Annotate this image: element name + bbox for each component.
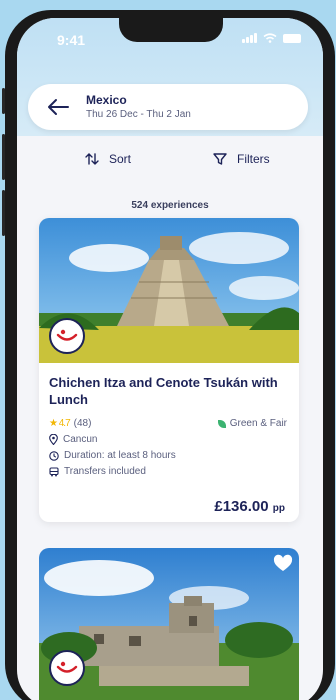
experience-title[interactable]: Chichen Itza and Cenote Tsukán with Lunc… <box>49 374 299 408</box>
wifi-icon <box>263 33 277 43</box>
sort-label: Sort <box>109 152 132 166</box>
notch <box>119 18 223 42</box>
experience-card-next[interactable] <box>39 548 299 700</box>
transfers-text: Transfers included <box>64 466 146 477</box>
leaf-icon <box>217 419 226 428</box>
status-icons <box>242 33 301 43</box>
phone-frame: 9:41 Mexico Thu 26 Dec - Thu 2 Jan Sort … <box>2 10 335 700</box>
clock-icon <box>49 450 59 461</box>
green-fair-label: Green & Fair <box>229 418 287 429</box>
location-pin-icon <box>49 434 58 445</box>
status-time: 9:41 <box>57 32 86 48</box>
sort-icon <box>85 153 99 165</box>
results-count: 524 experiences <box>131 200 209 211</box>
location-text: Cancun <box>63 434 98 445</box>
tui-badge-icon <box>49 650 85 686</box>
bus-icon <box>49 466 59 476</box>
location-row: Cancun <box>49 434 97 445</box>
duration-text: Duration: at least 8 hours <box>64 450 176 461</box>
green-fair-tag: Green & Fair <box>217 418 287 429</box>
search-summary-bar[interactable]: Mexico Thu 26 Dec - Thu 2 Jan <box>28 84 308 130</box>
price-value: £136.00 <box>214 498 269 515</box>
star-icon: ★ 4.7 <box>49 418 71 429</box>
experience-card[interactable]: Chichen Itza and Cenote Tsukán with Lunc… <box>39 218 299 522</box>
price: £136.00 pp <box>214 498 285 515</box>
heart-icon[interactable] <box>273 554 293 574</box>
filters-button[interactable]: Filters <box>213 152 270 166</box>
sort-button[interactable]: Sort <box>85 152 131 166</box>
dates-text: Thu 26 Dec - Thu 2 Jan <box>86 109 191 120</box>
destination-text: Mexico <box>86 93 127 107</box>
filters-label: Filters <box>237 152 270 166</box>
mute-button <box>2 88 5 114</box>
signal-icon <box>242 33 257 43</box>
volume-up-button <box>2 134 5 180</box>
rating-count: (48) <box>73 418 92 429</box>
duration-row: Duration: at least 8 hours <box>49 450 176 461</box>
app-screen: 9:41 Mexico Thu 26 Dec - Thu 2 Jan Sort … <box>17 18 323 700</box>
rating: ★ 4.7 (48) <box>49 418 91 429</box>
battery-icon <box>283 33 301 43</box>
volume-down-button <box>2 190 5 236</box>
tui-badge-icon <box>49 318 85 354</box>
transfers-row: Transfers included <box>49 466 146 477</box>
filter-icon <box>213 153 227 165</box>
price-unit: pp <box>272 503 285 514</box>
back-arrow-icon[interactable] <box>46 96 70 118</box>
